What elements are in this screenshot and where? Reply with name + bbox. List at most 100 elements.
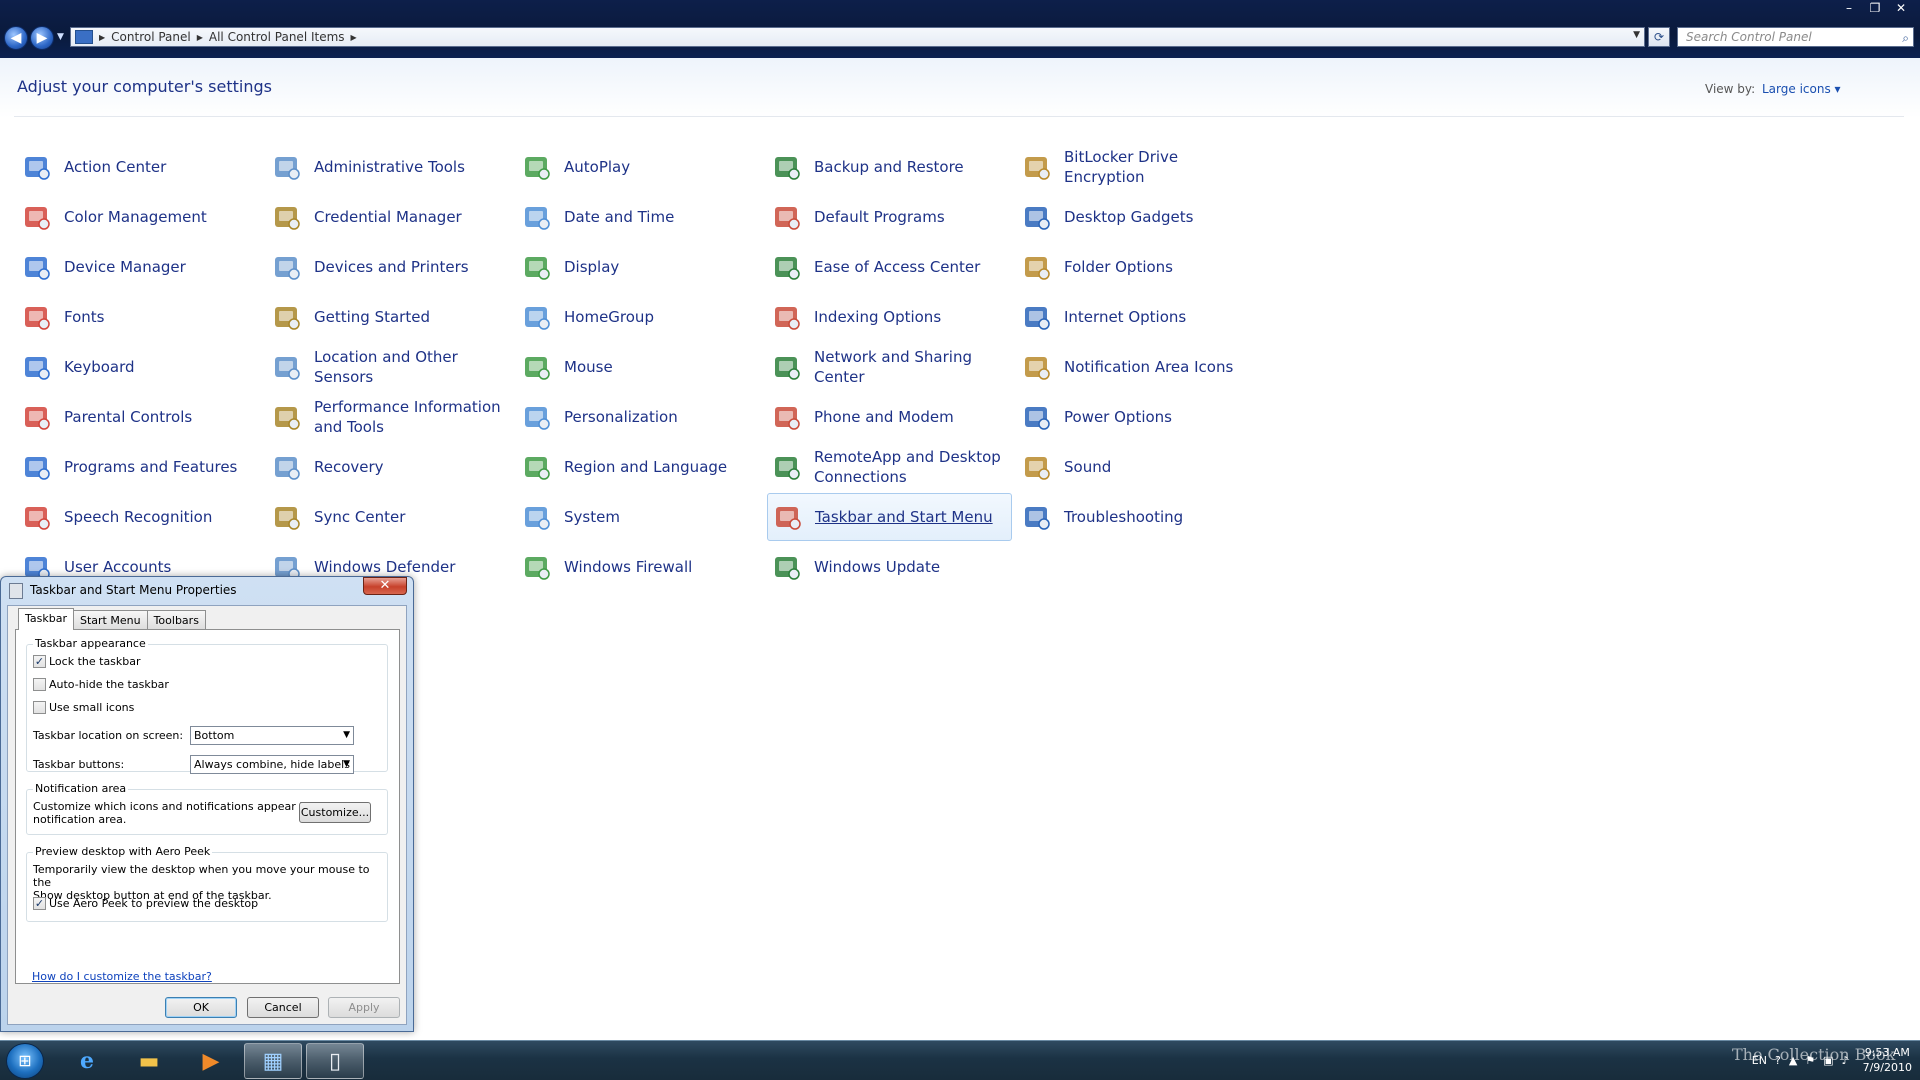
cp-item-system[interactable]: System [517, 493, 762, 541]
cp-item-bitlocker-drive-encryption[interactable]: BitLocker Drive Encryption [1017, 143, 1262, 191]
cp-item-region-and-language[interactable]: Region and Language [517, 443, 762, 491]
taskbar-properties-button[interactable]: ▯ [306, 1043, 364, 1079]
cp-item-windows-firewall[interactable]: Windows Firewall [517, 543, 762, 591]
customize-button[interactable]: Customize... [299, 802, 371, 823]
cp-item-troubleshooting[interactable]: Troubleshooting [1017, 493, 1262, 541]
checkbox-checked-icon[interactable]: ✓ [33, 655, 46, 668]
clock-icon [520, 200, 554, 234]
address-bar[interactable]: ▶ Control Panel ▶ All Control Panel Item… [70, 27, 1645, 47]
forward-button[interactable]: ▶ [30, 26, 54, 50]
cp-item-notification-area-icons[interactable]: Notification Area Icons [1017, 343, 1262, 391]
cp-item-internet-options[interactable]: Internet Options [1017, 293, 1262, 341]
cp-item-taskbar-and-start-menu[interactable]: Taskbar and Start Menu [767, 493, 1012, 541]
recent-pages-dropdown[interactable]: ▼ [57, 32, 64, 42]
address-dropdown-icon[interactable]: ▼ [1633, 30, 1640, 40]
gadget-icon [1020, 200, 1054, 234]
breadcrumb-chevron-icon[interactable]: ▶ [351, 33, 357, 42]
cp-item-indexing-options[interactable]: Indexing Options [767, 293, 1012, 341]
cp-item-action-center[interactable]: Action Center [17, 143, 262, 191]
taskbar-media-player-button[interactable]: ▶ [182, 1043, 240, 1079]
cp-item-sound[interactable]: Sound [1017, 443, 1262, 491]
cp-item-getting-started[interactable]: Getting Started [267, 293, 512, 341]
cp-item-device-manager[interactable]: Device Manager [17, 243, 262, 291]
media-player-icon: ▶ [202, 1048, 220, 1074]
cp-item-sync-center[interactable]: Sync Center [267, 493, 512, 541]
dialog-close-button[interactable]: ✕ [363, 577, 407, 595]
breadcrumb-control-panel[interactable]: Control Panel [111, 30, 191, 44]
cp-item-backup-and-restore[interactable]: Backup and Restore [767, 143, 1012, 191]
cp-item-location-and-other-sensors[interactable]: Location and Other Sensors [267, 343, 512, 391]
search-icon[interactable]: ⌕ [1902, 29, 1909, 47]
refresh-button[interactable]: ⟳ [1648, 27, 1670, 47]
cp-item-personalization[interactable]: Personalization [517, 393, 762, 441]
help-link[interactable]: How do I customize the taskbar? [32, 970, 212, 983]
cp-item-label: Region and Language [564, 458, 728, 476]
cp-item-display[interactable]: Display [517, 243, 762, 291]
maximize-button[interactable]: ❐ [1862, 0, 1888, 16]
network-icon [770, 350, 804, 384]
breadcrumb-chevron-icon[interactable]: ▶ [197, 33, 203, 42]
checkbox-label: Lock the taskbar [49, 655, 141, 668]
troubleshoot-icon [1020, 500, 1054, 534]
cp-item-devices-and-printers[interactable]: Devices and Printers [267, 243, 512, 291]
tab-toolbars[interactable]: Toolbars [146, 610, 206, 630]
aero-peek-checkbox[interactable]: ✓ Use Aero Peek to preview the desktop [33, 897, 258, 910]
cp-item-default-programs[interactable]: Default Programs [767, 193, 1012, 241]
cp-item-ease-of-access-center[interactable]: Ease of Access Center [767, 243, 1012, 291]
taskbar-buttons-select[interactable]: Always combine, hide labels ▼ [190, 755, 354, 774]
close-window-button[interactable]: ✕ [1888, 0, 1914, 16]
cp-item-label: Credential Manager [314, 208, 462, 226]
tab-start-menu[interactable]: Start Menu [73, 610, 148, 630]
cp-item-date-and-time[interactable]: Date and Time [517, 193, 762, 241]
cp-item-windows-update[interactable]: Windows Update [767, 543, 1012, 591]
system-icon [520, 500, 554, 534]
back-button[interactable]: ◀ [4, 26, 28, 50]
dialog-titlebar[interactable]: Taskbar and Start Menu Properties ✕ [1, 577, 413, 603]
checkbox-unchecked-icon[interactable] [33, 701, 46, 714]
cp-item-keyboard[interactable]: Keyboard [17, 343, 262, 391]
taskbar-control-panel-button[interactable]: ▦ [244, 1043, 302, 1079]
cp-item-fonts[interactable]: Fonts [17, 293, 262, 341]
cp-item-label: Mouse [564, 358, 613, 376]
taskbar-icon [771, 500, 805, 534]
taskbar-location-select[interactable]: Bottom ▼ [190, 726, 354, 745]
small-icons-checkbox[interactable]: Use small icons [33, 701, 134, 714]
cp-item-phone-and-modem[interactable]: Phone and Modem [767, 393, 1012, 441]
start-button[interactable]: ⊞ [6, 1043, 44, 1079]
cp-item-color-management[interactable]: Color Management [17, 193, 262, 241]
cp-item-credential-manager[interactable]: Credential Manager [267, 193, 512, 241]
breadcrumb-chevron-icon[interactable]: ▶ [99, 33, 105, 42]
microphone-icon [20, 500, 54, 534]
printer-icon [270, 250, 304, 284]
taskbar-ie-button[interactable]: e [58, 1043, 116, 1079]
cp-item-label: Recovery [314, 458, 384, 476]
cp-item-performance-information-and-tools[interactable]: Performance Information and Tools [267, 393, 512, 441]
breadcrumb-all-items[interactable]: All Control Panel Items [209, 30, 345, 44]
cp-item-administrative-tools[interactable]: Administrative Tools [267, 143, 512, 191]
cancel-button[interactable]: Cancel [247, 997, 319, 1018]
checkbox-checked-icon[interactable]: ✓ [33, 897, 46, 910]
cp-item-remoteapp-and-desktop-connections[interactable]: RemoteApp and Desktop Connections [767, 443, 1012, 491]
cp-item-autoplay[interactable]: AutoPlay [517, 143, 762, 191]
cp-item-recovery[interactable]: Recovery [267, 443, 512, 491]
autohide-taskbar-checkbox[interactable]: Auto-hide the taskbar [33, 678, 169, 691]
minimize-button[interactable]: – [1836, 0, 1862, 16]
cp-item-power-options[interactable]: Power Options [1017, 393, 1262, 441]
cp-item-network-and-sharing-center[interactable]: Network and Sharing Center [767, 343, 1012, 391]
cp-item-speech-recognition[interactable]: Speech Recognition [17, 493, 262, 541]
taskbar-explorer-button[interactable]: ▬ [120, 1043, 178, 1079]
view-by-dropdown[interactable]: Large icons ▾ [1762, 82, 1841, 96]
cp-item-mouse[interactable]: Mouse [517, 343, 762, 391]
cp-item-desktop-gadgets[interactable]: Desktop Gadgets [1017, 193, 1262, 241]
cp-item-parental-controls[interactable]: Parental Controls [17, 393, 262, 441]
tab-taskbar[interactable]: Taskbar [18, 608, 74, 630]
cp-item-programs-and-features[interactable]: Programs and Features [17, 443, 262, 491]
cp-item-folder-options[interactable]: Folder Options [1017, 243, 1262, 291]
apply-button[interactable]: Apply [328, 997, 400, 1018]
cp-item-homegroup[interactable]: HomeGroup [517, 293, 762, 341]
search-input[interactable]: Search Control Panel ⌕ [1677, 27, 1914, 47]
lock-taskbar-checkbox[interactable]: ✓ Lock the taskbar [33, 655, 141, 668]
checkbox-unchecked-icon[interactable] [33, 678, 46, 691]
ok-button[interactable]: OK [165, 997, 237, 1018]
sync-icon [270, 500, 304, 534]
